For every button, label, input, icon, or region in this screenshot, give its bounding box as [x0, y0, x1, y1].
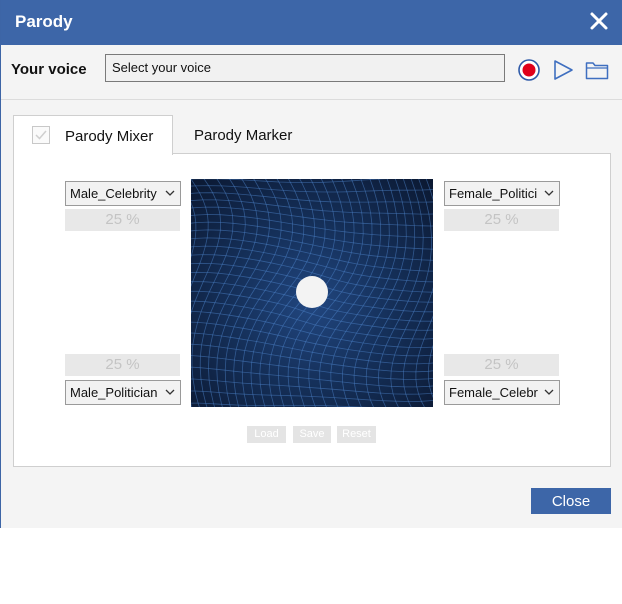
checkbox-icon[interactable] — [32, 126, 50, 144]
close-button[interactable]: Close — [531, 488, 611, 514]
grid-line — [191, 179, 209, 288]
bottom-left-voice-value: Male_Politician — [70, 385, 158, 400]
grid-line — [191, 179, 222, 407]
chevron-down-icon — [544, 389, 554, 395]
mixer-knob[interactable] — [296, 276, 328, 308]
top-left-percent: 25 % — [65, 209, 180, 231]
chevron-down-icon — [544, 190, 554, 196]
parody-dialog: Parody Your voice Select your voice Paro… — [0, 0, 622, 528]
top-right-percent: 25 % — [444, 209, 559, 231]
top-left-voice-select[interactable]: Male_Celebrity — [65, 181, 181, 206]
grid-line — [415, 315, 433, 407]
grid-line — [191, 201, 197, 258]
bottom-left-percent: 25 % — [65, 354, 180, 376]
bottom-right-percent: 25 % — [444, 354, 559, 376]
chevron-down-icon — [165, 389, 175, 395]
top-right-voice-value: Female_Politici — [449, 186, 538, 201]
grid-line — [191, 310, 433, 349]
record-icon[interactable] — [518, 59, 540, 81]
reset-button[interactable]: Reset — [337, 426, 376, 443]
title-bar: Parody — [1, 0, 622, 45]
top-right-voice-select[interactable]: Female_Politici — [444, 181, 560, 206]
bottom-right-voice-select[interactable]: Female_Celebr — [444, 380, 560, 405]
grid-line — [216, 179, 270, 407]
chevron-down-icon — [165, 190, 175, 196]
load-button[interactable]: Load — [247, 426, 286, 443]
save-button[interactable]: Save — [293, 426, 331, 443]
top-left-voice-value: Male_Celebrity — [70, 186, 157, 201]
grid-line — [191, 237, 433, 272]
voice-select-input[interactable]: Select your voice — [105, 54, 505, 82]
tab-parody-mixer[interactable]: Parody Mixer — [13, 115, 173, 155]
bottom-left-voice-select[interactable]: Male_Politician — [65, 380, 181, 405]
play-icon[interactable] — [552, 59, 574, 81]
grid-line — [191, 355, 433, 380]
tab-parody-mixer-label: Parody Mixer — [65, 128, 154, 145]
tab-parody-marker[interactable]: Parody Marker — [181, 115, 311, 154]
tab-parody-marker-label: Parody Marker — [194, 127, 293, 144]
window-title: Parody — [15, 12, 73, 31]
voice-row: Your voice Select your voice — [1, 45, 622, 100]
folder-icon[interactable] — [585, 60, 609, 80]
bottom-right-voice-value: Female_Celebr — [449, 385, 538, 400]
your-voice-label: Your voice — [11, 61, 87, 78]
close-icon[interactable] — [587, 8, 611, 34]
